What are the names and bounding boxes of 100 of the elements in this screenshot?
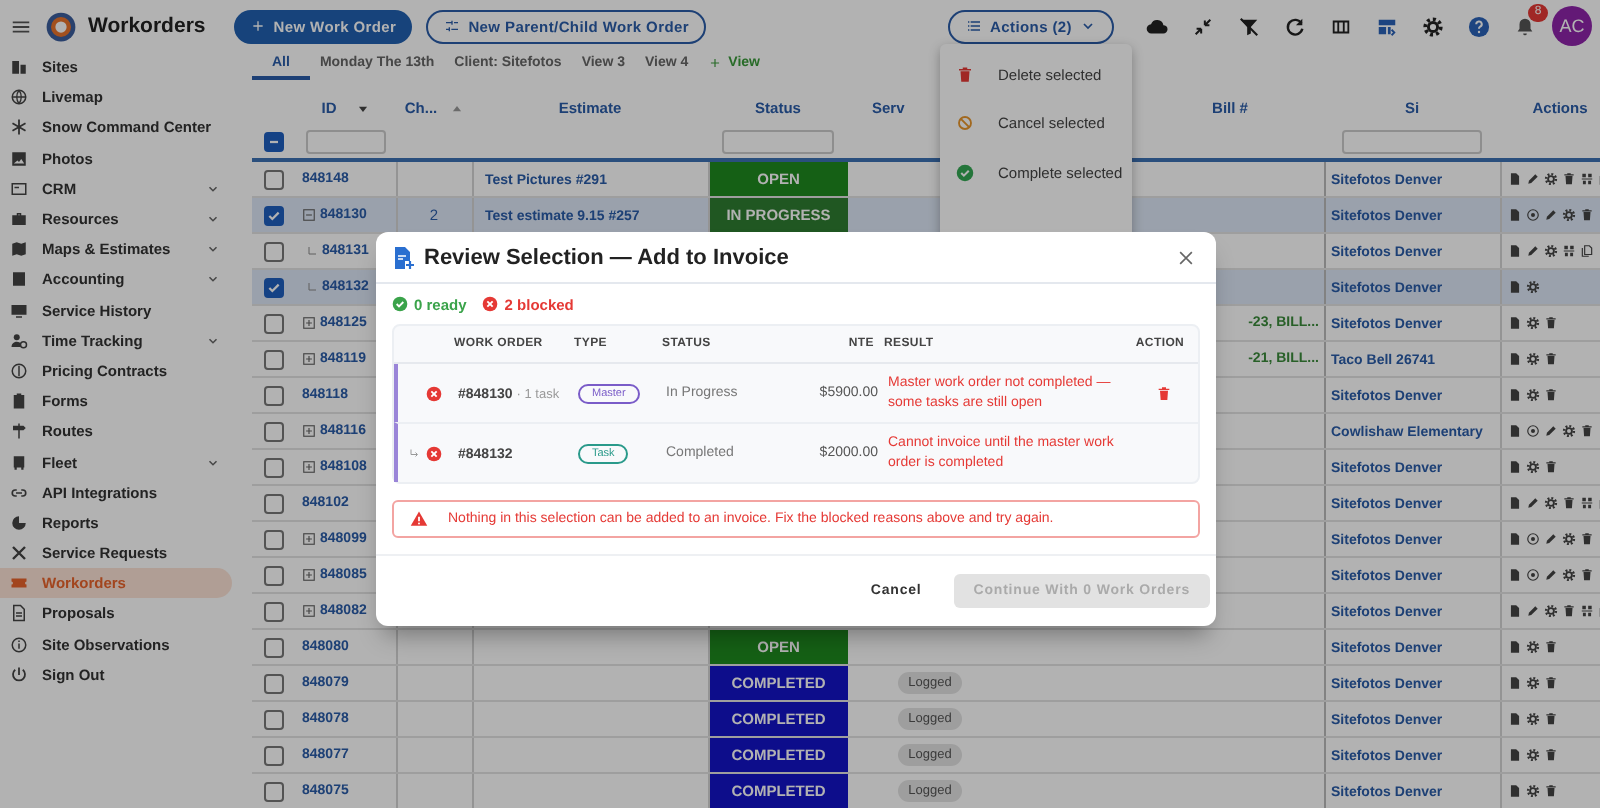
row-checkbox[interactable] — [264, 277, 284, 297]
filter-field[interactable] — [306, 129, 386, 153]
settings-icon[interactable] — [1422, 15, 1444, 37]
row-checkbox[interactable] — [264, 709, 284, 729]
row-checkbox[interactable] — [264, 421, 284, 441]
trash-icon[interactable] — [1561, 172, 1575, 186]
sort-up-icon[interactable] — [449, 101, 464, 116]
target-icon[interactable] — [1525, 532, 1539, 546]
select-all-checkbox[interactable] — [264, 131, 284, 151]
trash-icon[interactable] — [1543, 640, 1557, 654]
pencil-icon[interactable] — [1543, 568, 1557, 582]
row-checkbox[interactable] — [264, 745, 284, 765]
split-icon[interactable] — [1579, 604, 1593, 618]
target-icon[interactable] — [1525, 568, 1539, 582]
trash-icon[interactable] — [1579, 532, 1593, 546]
chevron-down-icon[interactable] — [206, 181, 220, 196]
expand-icon[interactable] — [302, 316, 316, 330]
trash-icon[interactable] — [1579, 424, 1593, 438]
row-checkbox[interactable] — [264, 205, 284, 225]
expand-icon[interactable] — [302, 532, 316, 546]
expand-icon[interactable] — [302, 460, 316, 474]
gear-icon[interactable] — [1543, 244, 1557, 258]
split-icon[interactable] — [1579, 172, 1593, 186]
row-checkbox[interactable] — [264, 529, 284, 549]
file-icon[interactable] — [1507, 172, 1521, 186]
filter-field[interactable] — [1341, 129, 1483, 153]
trash-icon[interactable] — [1543, 460, 1557, 474]
row-checkbox[interactable] — [264, 673, 284, 693]
expand-icon[interactable] — [302, 352, 316, 366]
trash-icon[interactable] — [1543, 748, 1557, 762]
gear-icon[interactable] — [1525, 460, 1539, 474]
file-icon[interactable] — [1507, 748, 1521, 762]
gear-icon[interactable] — [1525, 352, 1539, 366]
file-icon[interactable] — [1507, 604, 1521, 618]
filter-off-icon[interactable] — [1238, 15, 1260, 37]
copy-icon[interactable] — [1579, 244, 1593, 258]
expand-icon[interactable] — [302, 604, 316, 618]
file-icon[interactable] — [1507, 784, 1521, 798]
trash-icon[interactable] — [1543, 712, 1557, 726]
trash-icon[interactable] — [1579, 208, 1593, 222]
gear-icon[interactable] — [1543, 604, 1557, 618]
trash-icon[interactable] — [1579, 568, 1593, 582]
file-icon[interactable] — [1507, 676, 1521, 690]
file-icon[interactable] — [1507, 280, 1521, 294]
table-edit-icon[interactable] — [1376, 15, 1398, 37]
chevron-down-icon[interactable] — [206, 212, 220, 227]
sort-down-icon[interactable] — [356, 101, 371, 116]
chevron-down-icon[interactable] — [206, 333, 220, 348]
pencil-icon[interactable] — [1525, 244, 1539, 258]
columns-icon[interactable] — [1330, 15, 1352, 37]
file-icon[interactable] — [1507, 352, 1521, 366]
gear-icon[interactable] — [1525, 676, 1539, 690]
row-checkbox[interactable] — [264, 493, 284, 513]
cloud-icon[interactable] — [1146, 15, 1168, 37]
row-checkbox[interactable] — [264, 601, 284, 621]
row-checkbox[interactable] — [264, 241, 284, 261]
file-icon[interactable] — [1507, 568, 1521, 582]
trash-icon[interactable] — [1543, 676, 1557, 690]
filter-field[interactable] — [722, 129, 834, 153]
gear-icon[interactable] — [1561, 532, 1575, 546]
gear-icon[interactable] — [1561, 568, 1575, 582]
file-icon[interactable] — [1507, 424, 1521, 438]
bell-icon[interactable] — [1514, 15, 1536, 37]
split-icon[interactable] — [1561, 244, 1575, 258]
chevron-down-icon[interactable] — [206, 272, 220, 287]
gear-icon[interactable] — [1525, 388, 1539, 402]
pencil-icon[interactable] — [1543, 208, 1557, 222]
file-icon[interactable] — [1507, 712, 1521, 726]
chevron-down-icon[interactable] — [206, 455, 220, 470]
file-icon[interactable] — [1507, 244, 1521, 258]
file-icon[interactable] — [1507, 388, 1521, 402]
row-checkbox[interactable] — [264, 385, 284, 405]
target-icon[interactable] — [1525, 208, 1539, 222]
row-checkbox[interactable] — [264, 313, 284, 333]
file-icon[interactable] — [1507, 640, 1521, 654]
refresh-icon[interactable] — [1284, 15, 1306, 37]
trash-icon[interactable] — [1543, 388, 1557, 402]
trash-icon[interactable] — [1561, 604, 1575, 618]
pencil-icon[interactable] — [1543, 424, 1557, 438]
gear-icon[interactable] — [1561, 208, 1575, 222]
gear-icon[interactable] — [1525, 316, 1539, 330]
trash-icon[interactable] — [1543, 784, 1557, 798]
gear-icon[interactable] — [1543, 496, 1557, 510]
gear-icon[interactable] — [1525, 280, 1539, 294]
file-icon[interactable] — [1507, 460, 1521, 474]
collapse-icon[interactable] — [1192, 15, 1214, 37]
split-icon[interactable] — [1579, 496, 1593, 510]
gear-icon[interactable] — [1525, 712, 1539, 726]
pencil-icon[interactable] — [1525, 172, 1539, 186]
row-checkbox[interactable] — [264, 169, 284, 189]
trash-icon[interactable] — [1543, 352, 1557, 366]
target-icon[interactable] — [1525, 424, 1539, 438]
file-icon[interactable] — [1507, 532, 1521, 546]
row-checkbox[interactable] — [264, 637, 284, 657]
pencil-icon[interactable] — [1543, 532, 1557, 546]
chevron-down-icon[interactable] — [206, 242, 220, 257]
trash-icon[interactable] — [1561, 496, 1575, 510]
expand-icon[interactable] — [302, 424, 316, 438]
file-icon[interactable] — [1507, 208, 1521, 222]
expand-icon[interactable] — [302, 568, 316, 582]
